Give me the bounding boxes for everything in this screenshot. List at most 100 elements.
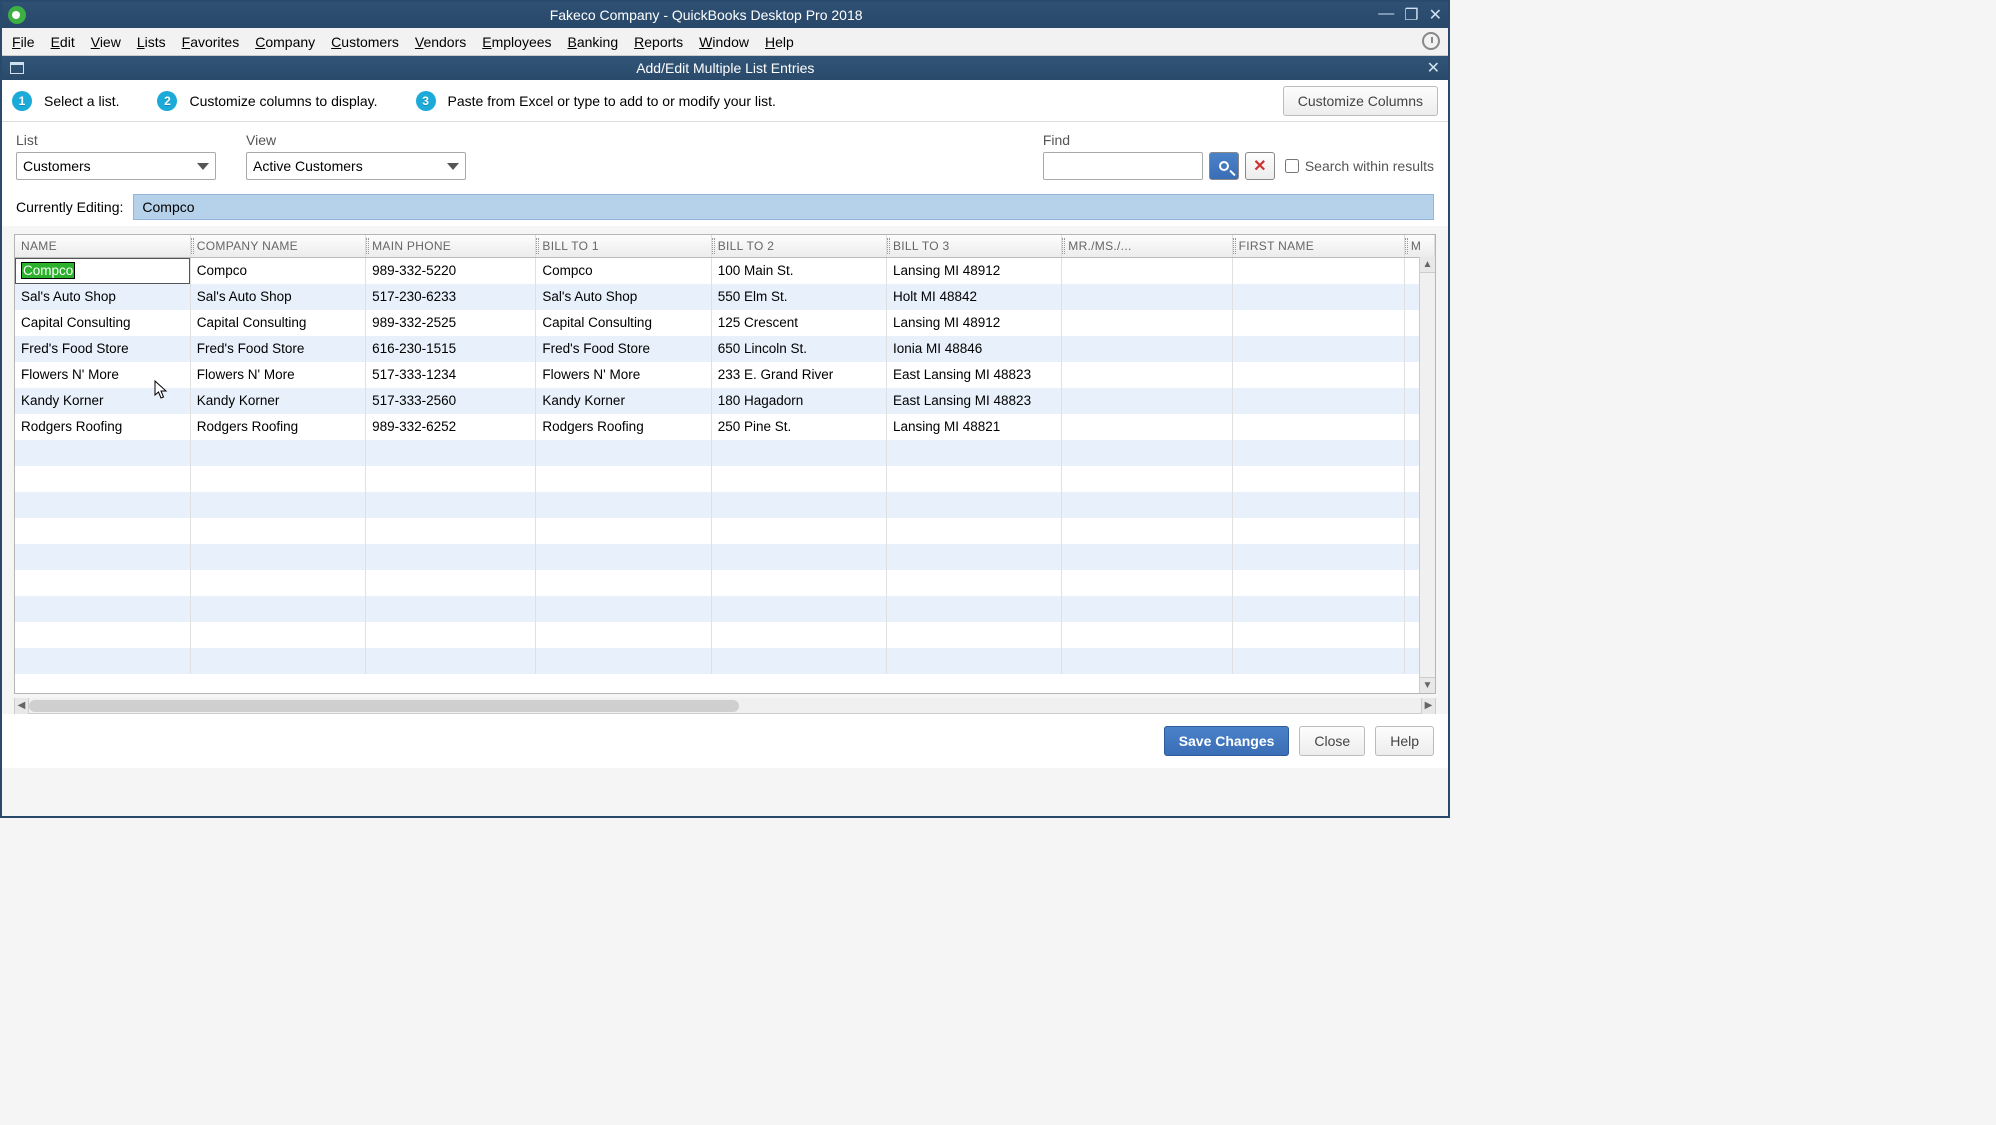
table-row[interactable] xyxy=(15,492,1435,518)
table-cell[interactable] xyxy=(1062,518,1232,544)
table-cell[interactable] xyxy=(536,570,711,596)
table-cell[interactable]: Capital Consulting xyxy=(190,310,365,336)
table-row[interactable] xyxy=(15,570,1435,596)
table-row[interactable] xyxy=(15,518,1435,544)
save-changes-button[interactable]: Save Changes xyxy=(1164,726,1290,756)
menu-item-edit[interactable]: Edit xyxy=(51,34,75,50)
table-row[interactable] xyxy=(15,648,1435,674)
table-cell[interactable]: Fred's Food Store xyxy=(536,336,711,362)
menu-item-favorites[interactable]: Favorites xyxy=(182,34,240,50)
table-row[interactable]: Fred's Food StoreFred's Food Store616-23… xyxy=(15,336,1435,362)
table-cell[interactable] xyxy=(190,570,365,596)
table-cell[interactable] xyxy=(1062,310,1232,336)
table-cell[interactable] xyxy=(366,648,536,674)
table-cell[interactable]: 550 Elm St. xyxy=(711,284,886,310)
table-cell[interactable] xyxy=(190,648,365,674)
table-row[interactable]: Rodgers RoofingRodgers Roofing989-332-62… xyxy=(15,414,1435,440)
table-cell[interactable] xyxy=(711,544,886,570)
table-cell[interactable] xyxy=(15,544,190,570)
table-cell[interactable] xyxy=(15,466,190,492)
table-cell[interactable] xyxy=(366,440,536,466)
table-cell[interactable]: 100 Main St. xyxy=(711,258,886,284)
table-cell[interactable]: 989-332-2525 xyxy=(366,310,536,336)
column-header[interactable]: NAME xyxy=(15,235,190,258)
table-cell[interactable] xyxy=(1062,336,1232,362)
search-within-results-option[interactable]: Search within results xyxy=(1285,158,1434,174)
table-cell[interactable] xyxy=(366,492,536,518)
table-cell[interactable]: East Lansing MI 48823 xyxy=(886,362,1061,388)
table-cell[interactable] xyxy=(886,596,1061,622)
table-cell[interactable]: Ionia MI 48846 xyxy=(886,336,1061,362)
table-cell[interactable]: Kandy Korner xyxy=(15,388,190,414)
table-cell[interactable] xyxy=(1062,544,1232,570)
menu-item-window[interactable]: Window xyxy=(699,34,749,50)
currently-editing-field[interactable]: Compco xyxy=(133,194,1434,220)
scroll-thumb[interactable] xyxy=(29,700,739,712)
find-button[interactable] xyxy=(1209,152,1239,180)
list-select[interactable]: Customers xyxy=(16,152,216,180)
table-row[interactable]: CompcoCompco989-332-5220Compco100 Main S… xyxy=(15,258,1435,284)
table-cell[interactable]: 650 Lincoln St. xyxy=(711,336,886,362)
table-cell[interactable] xyxy=(1232,336,1404,362)
table-cell[interactable] xyxy=(1232,258,1404,284)
table-row[interactable]: Flowers N' MoreFlowers N' More517-333-12… xyxy=(15,362,1435,388)
table-cell[interactable] xyxy=(711,648,886,674)
table-cell[interactable] xyxy=(1232,388,1404,414)
table-cell[interactable]: Compco xyxy=(190,258,365,284)
table-cell[interactable] xyxy=(1232,544,1404,570)
table-cell[interactable] xyxy=(15,596,190,622)
table-cell[interactable] xyxy=(1062,284,1232,310)
table-cell[interactable] xyxy=(536,440,711,466)
table-cell[interactable] xyxy=(190,596,365,622)
table-cell[interactable]: 517-230-6233 xyxy=(366,284,536,310)
table-cell[interactable]: Capital Consulting xyxy=(15,310,190,336)
table-cell[interactable] xyxy=(536,518,711,544)
vertical-scrollbar[interactable]: ▲ ▼ xyxy=(1419,257,1435,693)
table-cell[interactable] xyxy=(15,622,190,648)
table-cell[interactable]: 517-333-2560 xyxy=(366,388,536,414)
menu-item-employees[interactable]: Employees xyxy=(482,34,551,50)
table-cell[interactable] xyxy=(536,622,711,648)
minimize-icon[interactable]: — xyxy=(1378,5,1394,25)
table-cell[interactable] xyxy=(1232,440,1404,466)
close-icon[interactable]: ✕ xyxy=(1429,5,1442,25)
menu-item-file[interactable]: File xyxy=(12,34,35,50)
table-cell[interactable] xyxy=(1232,284,1404,310)
clear-find-button[interactable]: ✕ xyxy=(1245,152,1275,180)
scroll-down-icon[interactable]: ▼ xyxy=(1420,677,1435,693)
table-cell[interactable]: Flowers N' More xyxy=(15,362,190,388)
table-cell[interactable] xyxy=(366,518,536,544)
table-cell[interactable]: Compco xyxy=(15,258,190,284)
table-cell[interactable]: Sal's Auto Shop xyxy=(536,284,711,310)
table-cell[interactable]: Kandy Korner xyxy=(190,388,365,414)
table-cell[interactable]: 616-230-1515 xyxy=(366,336,536,362)
table-cell[interactable]: 180 Hagadorn xyxy=(711,388,886,414)
table-cell[interactable] xyxy=(711,492,886,518)
table-cell[interactable] xyxy=(1232,466,1404,492)
table-cell[interactable] xyxy=(366,570,536,596)
table-cell[interactable] xyxy=(1062,596,1232,622)
restore-icon[interactable] xyxy=(10,62,24,74)
maximize-icon[interactable]: ❐ xyxy=(1404,5,1418,25)
table-cell[interactable]: Flowers N' More xyxy=(536,362,711,388)
table-cell[interactable] xyxy=(1062,492,1232,518)
table-cell[interactable]: 233 E. Grand River xyxy=(711,362,886,388)
table-cell[interactable]: East Lansing MI 48823 xyxy=(886,388,1061,414)
table-cell[interactable] xyxy=(711,596,886,622)
table-cell[interactable] xyxy=(190,518,365,544)
table-cell[interactable] xyxy=(711,622,886,648)
subwindow-close-icon[interactable]: ✕ xyxy=(1427,58,1440,78)
menu-item-lists[interactable]: Lists xyxy=(137,34,166,50)
table-cell[interactable] xyxy=(886,492,1061,518)
table-row[interactable] xyxy=(15,596,1435,622)
table-cell[interactable] xyxy=(366,544,536,570)
table-cell[interactable]: Rodgers Roofing xyxy=(536,414,711,440)
column-header[interactable]: BILL TO 1 xyxy=(536,235,711,258)
table-cell[interactable]: 125 Crescent xyxy=(711,310,886,336)
table-cell[interactable] xyxy=(1232,648,1404,674)
column-header[interactable]: MR./MS./... xyxy=(1062,235,1232,258)
column-header[interactable]: M xyxy=(1404,235,1434,258)
table-cell[interactable] xyxy=(15,492,190,518)
column-header[interactable]: MAIN PHONE xyxy=(366,235,536,258)
table-cell[interactable]: Lansing MI 48821 xyxy=(886,414,1061,440)
